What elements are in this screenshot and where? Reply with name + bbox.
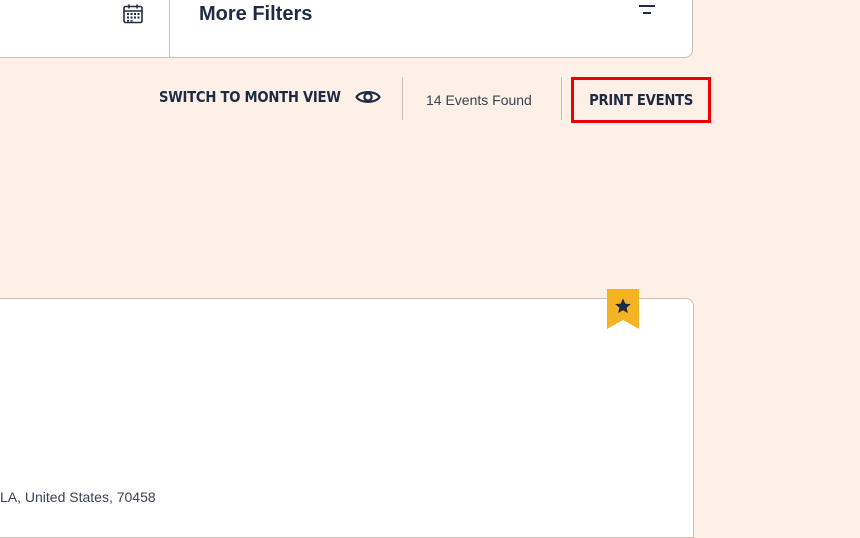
print-events-button[interactable]: PRINT EVENTS	[571, 77, 711, 123]
toolbar-divider	[561, 77, 562, 120]
switch-to-month-view-button[interactable]: SWITCH TO MONTH VIEW	[159, 86, 381, 108]
star-bookmark-icon[interactable]	[607, 289, 639, 329]
calendar-icon[interactable]	[121, 2, 145, 26]
filter-lines-icon[interactable]	[633, 0, 661, 19]
eye-icon	[355, 91, 381, 103]
events-found-count: 14 Events Found	[426, 92, 532, 108]
toolbar-divider	[402, 77, 403, 120]
event-address: LA, United States, 70458	[0, 489, 156, 505]
filter-divider	[169, 0, 170, 58]
more-filters-button[interactable]: More Filters	[199, 3, 312, 26]
print-events-label: PRINT EVENTS	[588, 91, 694, 109]
switch-view-label: SWITCH TO MONTH VIEW	[159, 88, 341, 106]
filter-bar: More Filters	[0, 0, 693, 58]
